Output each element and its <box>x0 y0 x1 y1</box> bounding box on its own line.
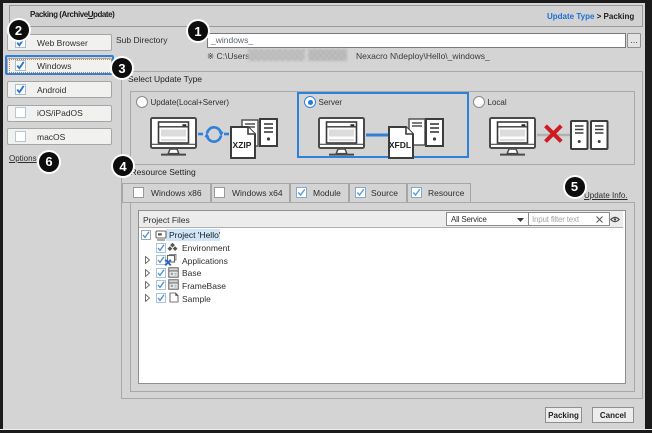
svg-text:XZIP: XZIP <box>233 140 252 150</box>
svg-text:XFDL: XFDL <box>389 140 411 150</box>
